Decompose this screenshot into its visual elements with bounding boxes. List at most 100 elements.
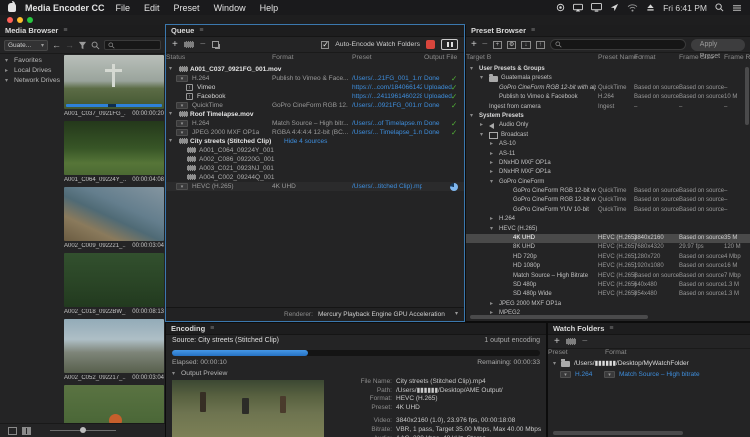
preset-row[interactable]: Publish to Vimeo & Facebook H.264 Based … (466, 93, 750, 102)
row-expander-icon[interactable]: ▾ (480, 74, 486, 83)
renderer-dropdown[interactable]: Mercury Playback Engine GPU Acceleration… (318, 308, 464, 321)
preset-row[interactable]: ▸ DNxHD MXF OP1a (466, 159, 750, 168)
close-window-button[interactable] (7, 17, 13, 23)
add-watch-folder-button[interactable]: + (554, 337, 560, 347)
hide-sources-link[interactable]: Hide 4 sources (284, 137, 327, 146)
new-group-button[interactable]: + (493, 41, 502, 49)
clip-thumbnail[interactable] (64, 319, 164, 373)
media-clip[interactable]: A002_C009_092221_... 00:00:03:04 (64, 187, 164, 251)
preset-row[interactable]: 8K UHD HEVC (H.265) 7680x4320 29.97 fps … (466, 243, 750, 252)
back-button[interactable]: ← (52, 41, 61, 50)
panel-menu-icon[interactable]: ≡ (63, 27, 67, 34)
row-output-file[interactable]: /Users/...of Timelapse.mp4 (352, 119, 422, 128)
row-expander-icon[interactable]: ▸ (490, 159, 496, 168)
watch-folder-output-row[interactable]: ▾ H.264 ▾ Match Source – High bitrate (548, 370, 750, 379)
tree-item[interactable]: ▾ Network Drives (0, 75, 62, 85)
row-preset[interactable]: GoPro CineForm RGB 12... (272, 101, 348, 110)
column-header[interactable]: Preset (352, 54, 372, 61)
add-source-button[interactable]: + (172, 40, 178, 50)
clip-thumbnail[interactable] (64, 55, 164, 109)
list-view-button[interactable] (8, 427, 17, 435)
wifi-icon[interactable] (627, 4, 638, 12)
import-preset-button[interactable]: ↓ (521, 41, 530, 49)
row-expander-icon[interactable]: ▾ (470, 65, 476, 74)
tree-expander-icon[interactable]: ▾ (5, 57, 11, 64)
apple-menu-icon[interactable] (8, 3, 16, 12)
output-preview-header[interactable]: ▾ Output Preview (172, 370, 227, 377)
preset-row[interactable]: Match Source – High Bitrate HEVC (H.265)… (466, 272, 750, 281)
row-preset[interactable]: RGBA 4:4:4:4 12-bit (BC... (272, 128, 348, 137)
auto-encode-checkbox[interactable]: ✓ (321, 41, 329, 49)
row-preset[interactable]: Publish to Vimeo & Face... (272, 74, 348, 83)
row-format[interactable]: QuickTime (192, 101, 223, 110)
preset-row[interactable]: ▸ AS-11 (466, 150, 750, 159)
new-preset-button[interactable]: + (471, 40, 477, 50)
format-dropdown[interactable]: ▾ (176, 129, 188, 136)
preset-row[interactable]: ▾ User Presets & Groups (466, 65, 750, 74)
horizontal-scrollbar[interactable] (470, 315, 648, 319)
panel-menu-icon[interactable]: ≡ (210, 325, 214, 332)
preset-row[interactable]: 4K UHD HEVC (H.265) 3840x2160 Based on s… (466, 234, 750, 243)
row-expander-icon[interactable]: ▾ (470, 112, 476, 121)
remove-watch-folder-button[interactable]: − (582, 337, 588, 347)
add-output-button[interactable] (566, 338, 576, 345)
tree-expander-icon[interactable]: ▸ (5, 67, 11, 74)
watch-format[interactable]: H.264 (575, 370, 592, 379)
row-expander-icon[interactable]: ▸ (490, 300, 496, 309)
tab-watch-folders[interactable]: Watch Folders (553, 324, 604, 333)
clip-thumbnail[interactable] (64, 121, 164, 175)
menu-item[interactable]: Preset (174, 3, 200, 13)
queue-row[interactable]: ↑ ▾ QuickTime GoPro CineForm RGB 12... /… (166, 101, 464, 110)
preset-row[interactable]: Ingest from camera Ingest – – – (466, 103, 750, 112)
column-header[interactable]: Frame Rate (724, 54, 750, 61)
queue-row[interactable]: ↑ ▾ Vimeo https://...com/184066142 Uploa… (166, 83, 464, 92)
remove-button[interactable]: − (200, 40, 206, 50)
row-expander-icon[interactable]: ▾ (490, 178, 496, 187)
apply-preset-button[interactable]: Apply Preset (691, 39, 745, 51)
format-dropdown[interactable]: ▾ (176, 183, 188, 190)
preset-row[interactable]: ▾ HEVC (H.265) (466, 225, 750, 234)
row-expander-icon[interactable]: ▾ (480, 131, 486, 140)
row-format[interactable]: HEVC (H.265) (192, 182, 234, 191)
row-output-file[interactable]: https://...24119614602283 (352, 92, 422, 101)
menu-item[interactable]: Window (214, 3, 246, 13)
clip-thumbnail[interactable] (64, 253, 164, 307)
watch-preset[interactable]: Match Source – High bitrate (619, 370, 700, 379)
tab-media-browser[interactable]: Media Browser (5, 26, 58, 35)
column-header[interactable]: Target B (466, 54, 491, 61)
menu-clock[interactable]: Fri 6:41 PM (663, 3, 707, 13)
column-header[interactable]: Status (166, 54, 185, 61)
preset-row[interactable]: ▾ Guatemala presets (466, 74, 750, 83)
preset-row[interactable]: GoPro CineForm RGB 12-bit with alpha... … (466, 196, 750, 205)
row-expander-icon[interactable]: ▾ (490, 225, 496, 234)
media-clip[interactable]: A002_C052_092217_... 00:00:03:04 (64, 319, 164, 383)
tab-queue[interactable]: Queue (171, 26, 194, 35)
row-expander-icon[interactable]: ▸ (490, 150, 496, 159)
format-dropdown[interactable]: ▾ (176, 75, 188, 82)
row-expander-icon[interactable]: ▾ (169, 110, 172, 119)
scrub-bar[interactable] (66, 104, 162, 107)
menu-item[interactable]: Edit (144, 3, 160, 13)
row-preset[interactable]: Match Source – High bitr... (272, 119, 348, 128)
minimize-window-button[interactable] (17, 17, 23, 23)
clip-thumbnail[interactable] (64, 187, 164, 241)
forward-button[interactable]: → (65, 41, 74, 50)
queue-row[interactable]: ↑ ▾ JPEG 2000 MXF OP1a RGBA 4:4:4:4 12-b… (166, 128, 464, 137)
zoom-window-button[interactable] (27, 17, 33, 23)
preset-row[interactable]: GoPro CineForm YUV 10-bit QuickTime Base… (466, 206, 750, 215)
preset-dropdown[interactable]: ▾ (604, 371, 615, 378)
preset-settings-button[interactable]: ⚙ (507, 41, 516, 49)
collapse-icon[interactable]: ▾ (172, 370, 178, 377)
media-clip[interactable]: A002_C018_0922BW_... 00:00:08:13 (64, 253, 164, 317)
thumbnail-size-slider[interactable] (50, 430, 116, 431)
preset-row[interactable]: ▸ JPEG 2000 MXF OP1a (466, 300, 750, 309)
row-expander-icon[interactable]: ▾ (169, 137, 172, 146)
tab-encoding[interactable]: Encoding (171, 324, 205, 333)
tree-item[interactable]: ▾ Favorites (0, 55, 62, 65)
queue-row[interactable]: ↑ ▾ A001_C064_09224Y_001 ✓ (166, 146, 464, 155)
queue-row[interactable]: ▾ ↑ ▾ Roof Timelapse.mov ✓ (166, 110, 464, 119)
media-clip[interactable]: A001_C037_0921FG_... 00:00:00:20 (64, 55, 164, 119)
row-expander-icon[interactable]: ▸ (490, 140, 496, 149)
row-expander-icon[interactable]: ▾ (553, 359, 556, 369)
location-dropdown[interactable]: Guate... ▾ (4, 40, 48, 51)
